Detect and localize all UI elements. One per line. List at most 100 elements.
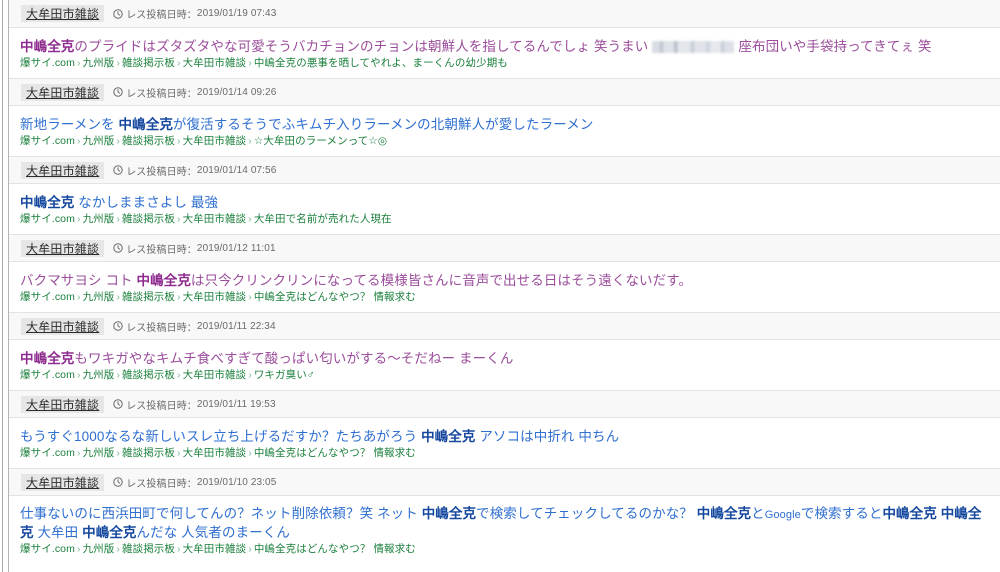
breadcrumb-separator: › <box>248 369 252 381</box>
breadcrumb-separator: › <box>76 135 81 147</box>
result-body: 中嶋全克 なかしままさよし 最強 爆サイ.com › 九州版 › 雑談掲示板 › 大牟田市雑談… <box>9 184 1000 234</box>
breadcrumb-item[interactable]: 大牟田市雑談 <box>183 57 247 69</box>
breadcrumb-separator: › <box>248 543 252 555</box>
posted-datetime: 2019/01/14 09:26 <box>196 86 277 98</box>
breadcrumb-item[interactable]: 爆サイ.com <box>20 447 75 459</box>
breadcrumb-separator: › <box>248 447 252 459</box>
posted-datetime: 2019/01/11 22:34 <box>196 320 276 332</box>
breadcrumb-item[interactable]: 大牟田で名前が売れた人現在 <box>254 213 392 225</box>
category-badge[interactable]: 大牟田市雑談 <box>21 161 105 179</box>
search-result-item: 大牟田市雑談 レス投稿日時： 2019/01/10 23:05 仕事ないのに西浜田町で… <box>9 468 1000 564</box>
category-badge[interactable]: 大牟田市雑談 <box>21 239 105 257</box>
title-text: と <box>751 506 765 521</box>
breadcrumb-item[interactable]: 雑談掲示板 <box>122 135 175 147</box>
posted-label: レス投稿日時： <box>126 322 197 334</box>
result-header: 大牟田市雑談 レス投稿日時： 2019/01/12 11:01 <box>9 234 1000 262</box>
result-title-link[interactable]: 中嶋全克もワキガやなキムチ食べすぎて酸っぱい匂いがする〜そだねー まーくん <box>20 351 513 366</box>
breadcrumb-item[interactable]: 大牟田市雑談 <box>183 369 247 381</box>
breadcrumb-item[interactable]: 中嶋全克はどんなやつ？ 情報求む <box>254 291 416 303</box>
title-text: バクマサヨシ コト <box>20 273 137 288</box>
breadcrumb-item[interactable]: 爆サイ.com <box>20 213 75 225</box>
breadcrumb-item[interactable]: 雑談掲示板 <box>122 57 175 69</box>
posted-label: レス投稿日時： <box>126 10 197 21</box>
result-title-link[interactable]: バクマサヨシ コト 中嶋全克は只今クリンクリンになってる模様皆さんに音声で出せる… <box>20 273 692 288</box>
title-keyword: 中嶋全克 <box>82 525 137 540</box>
breadcrumb-item[interactable]: 爆サイ.com <box>20 135 75 147</box>
breadcrumb-separator: › <box>116 213 120 225</box>
breadcrumb: 爆サイ.com › 九州版 › 雑談掲示板 › 大牟田市雑談 › 中嶋全克はどんなやつ？ 情報求… <box>20 446 990 460</box>
breadcrumb-separator: › <box>177 57 181 69</box>
breadcrumb-item[interactable]: 中嶋全克の悪事を晒してやれよ、まーくんの幼少期も <box>254 57 508 69</box>
breadcrumb-item[interactable]: 九州版 <box>83 213 115 225</box>
result-title-link[interactable]: 仕事ないのに西浜田町で何してんの？ネット削除依頼？笑 ネット 中嶋全克で検索して… <box>20 506 982 540</box>
result-header: 大牟田市雑談 レス投稿日時： 2019/01/19 07:43 <box>9 0 1000 28</box>
result-body: 新地ラーメンを 中嶋全克が復活するそうでふキムチ入りラーメンの北朝鮮人が愛したラ… <box>9 106 1000 156</box>
title-keyword: 中嶋全克 <box>696 506 752 521</box>
title-text: のプライドはズタズタやな可愛そうバカチョンのチョンは朝鮮人を指してるんでしょ 笑… <box>74 39 649 54</box>
breadcrumb-item[interactable]: ワキガ臭い♂ <box>254 369 315 381</box>
category-badge[interactable]: 大牟田市雑談 <box>21 395 105 413</box>
search-result-item: 大牟田市雑談 レス投稿日時： 2019/01/12 11:01 バクマサヨシ コト 中… <box>9 234 1000 312</box>
posted-timestamp: レス投稿日時： 2019/01/14 07:56 <box>113 163 276 178</box>
posted-timestamp: レス投稿日時： 2019/01/12 11:01 <box>113 241 276 256</box>
breadcrumb-item[interactable]: 大牟田市雑談 <box>183 213 247 225</box>
breadcrumb-item[interactable]: 中嶋全克はどんなやつ？ 情報求む <box>254 543 416 555</box>
breadcrumb-item[interactable]: 九州版 <box>83 543 115 555</box>
breadcrumb-item[interactable]: 九州版 <box>83 135 115 147</box>
title-keyword: 中嶋全克 <box>20 351 75 366</box>
breadcrumb: 爆サイ.com › 九州版 › 雑談掲示板 › 大牟田市雑談 › 中嶋全克の悪事を晒してやれよ、… <box>20 56 990 70</box>
breadcrumb-item[interactable]: 大牟田市雑談 <box>183 291 247 303</box>
breadcrumb-item[interactable]: 大牟田市雑談 <box>183 543 247 555</box>
breadcrumb-item[interactable]: 爆サイ.com <box>20 57 75 69</box>
title-text: で検索してチェックしてるのかな？ <box>476 506 697 521</box>
breadcrumb-separator: › <box>177 213 181 225</box>
posted-datetime: 2019/01/19 07:43 <box>196 8 277 19</box>
posted-label: レス投稿日時： <box>126 166 197 178</box>
category-badge[interactable]: 大牟田市雑談 <box>21 317 105 335</box>
search-result-item: 大牟田市雑談 レス投稿日時： 2019/01/11 19:53 もうすぐ1000なるな… <box>9 390 1000 468</box>
breadcrumb-item[interactable]: 爆サイ.com <box>20 369 75 381</box>
result-title-link[interactable]: 新地ラーメンを 中嶋全克が復活するそうでふキムチ入りラーメンの北朝鮮人が愛したラ… <box>20 117 593 132</box>
clock-icon <box>113 8 123 19</box>
breadcrumb: 爆サイ.com › 九州版 › 雑談掲示板 › 大牟田市雑談 › 中嶋全克はどんなやつ？ 情報求… <box>20 290 990 304</box>
breadcrumb-item[interactable]: 九州版 <box>83 369 115 381</box>
title-text: 座布団いや手袋持ってきてぇ 笑 <box>738 39 932 54</box>
title-text: なかしままさよし 最強 <box>74 195 219 210</box>
breadcrumb: 爆サイ.com › 九州版 › 雑談掲示板 › 大牟田市雑談 › ☆大牟田のラーメンって☆◎ <box>20 134 990 148</box>
title-text: は只今クリンクリンになってる模様皆さんに音声で出せる日はそう遠くないだす。 <box>190 273 693 288</box>
category-badge[interactable]: 大牟田市雑談 <box>21 83 105 101</box>
breadcrumb-separator: › <box>76 447 81 459</box>
breadcrumb-item[interactable]: 雑談掲示板 <box>122 291 175 303</box>
breadcrumb-item[interactable]: 雑談掲示板 <box>122 543 175 555</box>
breadcrumb-item[interactable]: 中嶋全克はどんなやつ？ 情報求む <box>254 447 416 459</box>
result-header: 大牟田市雑談 レス投稿日時： 2019/01/11 19:53 <box>9 390 1000 418</box>
breadcrumb-item[interactable]: 爆サイ.com <box>20 543 75 555</box>
posted-datetime: 2019/01/12 11:01 <box>196 242 276 254</box>
result-title-link[interactable]: もうすぐ1000なるな新しいスレ立ち上げるだすか？たちあがろう 中嶋全克 アソコ… <box>20 429 619 444</box>
clock-icon <box>113 87 123 97</box>
breadcrumb-item[interactable]: 雑談掲示板 <box>122 213 175 225</box>
breadcrumb-item[interactable]: 九州版 <box>83 291 115 303</box>
result-body: 中嶋全克もワキガやなキムチ食べすぎて酸っぱい匂いがする〜そだねー まーくん 爆サイ… <box>9 340 1000 390</box>
posted-label: レス投稿日時： <box>126 400 197 412</box>
breadcrumb-separator: › <box>248 135 252 147</box>
category-badge[interactable]: 大牟田市雑談 <box>21 5 105 22</box>
category-badge[interactable]: 大牟田市雑談 <box>21 473 105 491</box>
breadcrumb-item[interactable]: 九州版 <box>83 447 115 459</box>
breadcrumb-item[interactable]: 爆サイ.com <box>20 291 75 303</box>
breadcrumb-item[interactable]: 雑談掲示板 <box>122 447 175 459</box>
result-title-link[interactable]: 中嶋全克 なかしままさよし 最強 <box>20 195 218 210</box>
breadcrumb-separator: › <box>177 135 181 147</box>
result-title-link[interactable]: 中嶋全克のプライドはズタズタやな可愛そうバカチョンのチョンは朝鮮人を指してるんで… <box>20 39 932 54</box>
breadcrumb-item[interactable]: ☆大牟田のラーメンって☆◎ <box>254 135 387 147</box>
title-text: もワキガやなキムチ食べすぎて酸っぱい匂いがする〜そだねー まーくん <box>74 351 514 366</box>
breadcrumb-separator: › <box>177 447 181 459</box>
breadcrumb-item[interactable]: 大牟田市雑談 <box>183 135 247 147</box>
breadcrumb-item[interactable]: 雑談掲示板 <box>122 369 175 381</box>
search-result-item: 大牟田市雑談 レス投稿日時： 2019/01/14 07:56 中嶋全克 なかしままさ… <box>9 156 1000 234</box>
breadcrumb-item[interactable]: 大牟田市雑談 <box>183 447 247 459</box>
result-body: 仕事ないのに西浜田町で何してんの？ネット削除依頼？笑 ネット 中嶋全克で検索して… <box>9 496 1000 564</box>
breadcrumb-separator: › <box>116 291 120 303</box>
breadcrumb-item[interactable]: 九州版 <box>83 57 115 69</box>
title-text: で検索すると <box>800 506 883 521</box>
